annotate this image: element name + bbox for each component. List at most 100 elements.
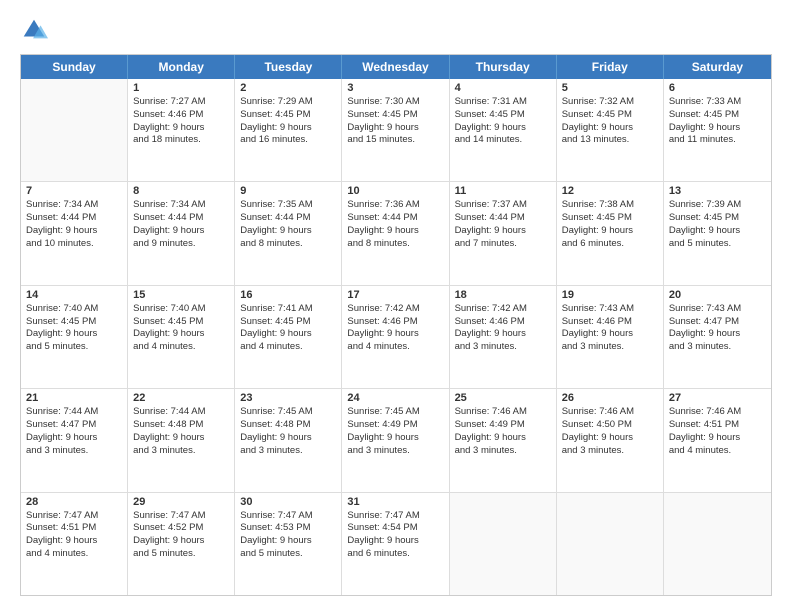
cell-line: and 5 minutes. (133, 548, 229, 561)
day-number: 6 (669, 82, 766, 94)
cell-line: and 9 minutes. (133, 238, 229, 251)
day-number: 29 (133, 496, 229, 508)
cell-line: Daylight: 9 hours (133, 328, 229, 341)
cell-line: Daylight: 9 hours (562, 432, 658, 445)
cell-line: Sunset: 4:45 PM (669, 109, 766, 122)
weekday-header: Thursday (450, 55, 557, 79)
cell-line: Sunrise: 7:47 AM (133, 510, 229, 523)
calendar-cell: 30Sunrise: 7:47 AMSunset: 4:53 PMDayligh… (235, 493, 342, 595)
cell-line: Sunset: 4:50 PM (562, 419, 658, 432)
day-number: 24 (347, 392, 443, 404)
cell-line: Daylight: 9 hours (26, 432, 122, 445)
day-number: 7 (26, 185, 122, 197)
cell-line: Sunset: 4:52 PM (133, 522, 229, 535)
weekday-header: Tuesday (235, 55, 342, 79)
cell-line: and 16 minutes. (240, 134, 336, 147)
cell-line: Sunrise: 7:30 AM (347, 96, 443, 109)
cell-line: Sunset: 4:46 PM (133, 109, 229, 122)
cell-line: Sunset: 4:51 PM (669, 419, 766, 432)
cell-line: and 4 minutes. (347, 341, 443, 354)
cell-line: Sunset: 4:45 PM (347, 109, 443, 122)
cell-line: Daylight: 9 hours (240, 328, 336, 341)
calendar-cell: 25Sunrise: 7:46 AMSunset: 4:49 PMDayligh… (450, 389, 557, 491)
cell-line: Sunrise: 7:42 AM (455, 303, 551, 316)
cell-line: and 5 minutes. (240, 548, 336, 561)
day-number: 21 (26, 392, 122, 404)
page: SundayMondayTuesdayWednesdayThursdayFrid… (0, 0, 792, 612)
day-number: 13 (669, 185, 766, 197)
cell-line: Sunset: 4:45 PM (26, 316, 122, 329)
cell-line: Sunset: 4:47 PM (26, 419, 122, 432)
logo (20, 16, 52, 44)
cell-line: Daylight: 9 hours (347, 328, 443, 341)
day-number: 26 (562, 392, 658, 404)
day-number: 15 (133, 289, 229, 301)
calendar: SundayMondayTuesdayWednesdayThursdayFrid… (20, 54, 772, 596)
cell-line: Sunrise: 7:39 AM (669, 199, 766, 212)
calendar-row: 7 Sunrise: 7:34 AM Sunset: 4:44 PM Daylight… (21, 182, 771, 285)
cell-line: Daylight: 9 hours (133, 432, 229, 445)
calendar-cell: 1Sunrise: 7:27 AMSunset: 4:46 PMDaylight… (128, 79, 235, 181)
calendar-cell: 20Sunrise: 7:43 AMSunset: 4:47 PMDayligh… (664, 286, 771, 388)
calendar-cell: 29Sunrise: 7:47 AMSunset: 4:52 PMDayligh… (128, 493, 235, 595)
cell-line: Sunset: 4:48 PM (240, 419, 336, 432)
cell-line: Daylight: 9 hours (347, 535, 443, 548)
cell-line: Daylight: 9 hours (669, 122, 766, 135)
day-number: 4 (455, 82, 551, 94)
day-number: 3 (347, 82, 443, 94)
calendar-cell: 13Sunrise: 7:39 AMSunset: 4:45 PMDayligh… (664, 182, 771, 284)
cell-line: Sunset: 4:49 PM (347, 419, 443, 432)
cell-line: and 3 minutes. (455, 445, 551, 458)
day-number: 17 (347, 289, 443, 301)
calendar-cell: 16Sunrise: 7:41 AMSunset: 4:45 PMDayligh… (235, 286, 342, 388)
calendar-cell: 9Sunrise: 7:35 AMSunset: 4:44 PMDaylight… (235, 182, 342, 284)
cell-line: Daylight: 9 hours (455, 225, 551, 238)
calendar-cell: 2Sunrise: 7:29 AMSunset: 4:45 PMDaylight… (235, 79, 342, 181)
cell-line: Sunrise: 7:34 AM (26, 199, 122, 212)
day-number: 20 (669, 289, 766, 301)
cell-line: Daylight: 9 hours (240, 432, 336, 445)
cell-line: Sunrise: 7:37 AM (455, 199, 551, 212)
cell-line: and 8 minutes. (347, 238, 443, 251)
cell-line: Sunrise: 7:47 AM (240, 510, 336, 523)
cell-line: and 3 minutes. (133, 445, 229, 458)
calendar-cell (21, 79, 128, 181)
cell-line: Sunrise: 7:33 AM (669, 96, 766, 109)
day-number: 14 (26, 289, 122, 301)
cell-line: Daylight: 9 hours (133, 122, 229, 135)
weekday-header: Monday (128, 55, 235, 79)
cell-line: Sunset: 4:45 PM (133, 316, 229, 329)
calendar-cell: 7Sunrise: 7:34 AMSunset: 4:44 PMDaylight… (21, 182, 128, 284)
day-number: 8 (133, 185, 229, 197)
cell-line: Daylight: 9 hours (133, 225, 229, 238)
day-number: 5 (562, 82, 658, 94)
day-number: 25 (455, 392, 551, 404)
calendar-cell: 10Sunrise: 7:36 AMSunset: 4:44 PMDayligh… (342, 182, 449, 284)
cell-line: Sunrise: 7:31 AM (455, 96, 551, 109)
cell-line: Daylight: 9 hours (455, 328, 551, 341)
cell-line: Sunrise: 7:45 AM (240, 406, 336, 419)
cell-line: Sunrise: 7:41 AM (240, 303, 336, 316)
cell-line: Daylight: 9 hours (26, 328, 122, 341)
day-number: 2 (240, 82, 336, 94)
cell-line: and 4 minutes. (669, 445, 766, 458)
calendar-cell: 27Sunrise: 7:46 AMSunset: 4:51 PMDayligh… (664, 389, 771, 491)
cell-line: Sunrise: 7:46 AM (669, 406, 766, 419)
cell-line: and 18 minutes. (133, 134, 229, 147)
cell-line: and 8 minutes. (240, 238, 336, 251)
weekday-header: Saturday (664, 55, 771, 79)
calendar-cell: 11Sunrise: 7:37 AMSunset: 4:44 PMDayligh… (450, 182, 557, 284)
cell-line: Sunrise: 7:38 AM (562, 199, 658, 212)
cell-line: and 6 minutes. (562, 238, 658, 251)
cell-line: and 4 minutes. (240, 341, 336, 354)
cell-line: Sunrise: 7:47 AM (347, 510, 443, 523)
calendar-cell: 15Sunrise: 7:40 AMSunset: 4:45 PMDayligh… (128, 286, 235, 388)
cell-line: Sunset: 4:44 PM (347, 212, 443, 225)
calendar-cell: 19Sunrise: 7:43 AMSunset: 4:46 PMDayligh… (557, 286, 664, 388)
cell-line: and 3 minutes. (455, 341, 551, 354)
cell-line: and 4 minutes. (26, 548, 122, 561)
day-number: 16 (240, 289, 336, 301)
calendar-cell (450, 493, 557, 595)
cell-line: Sunrise: 7:35 AM (240, 199, 336, 212)
cell-line: Daylight: 9 hours (26, 535, 122, 548)
